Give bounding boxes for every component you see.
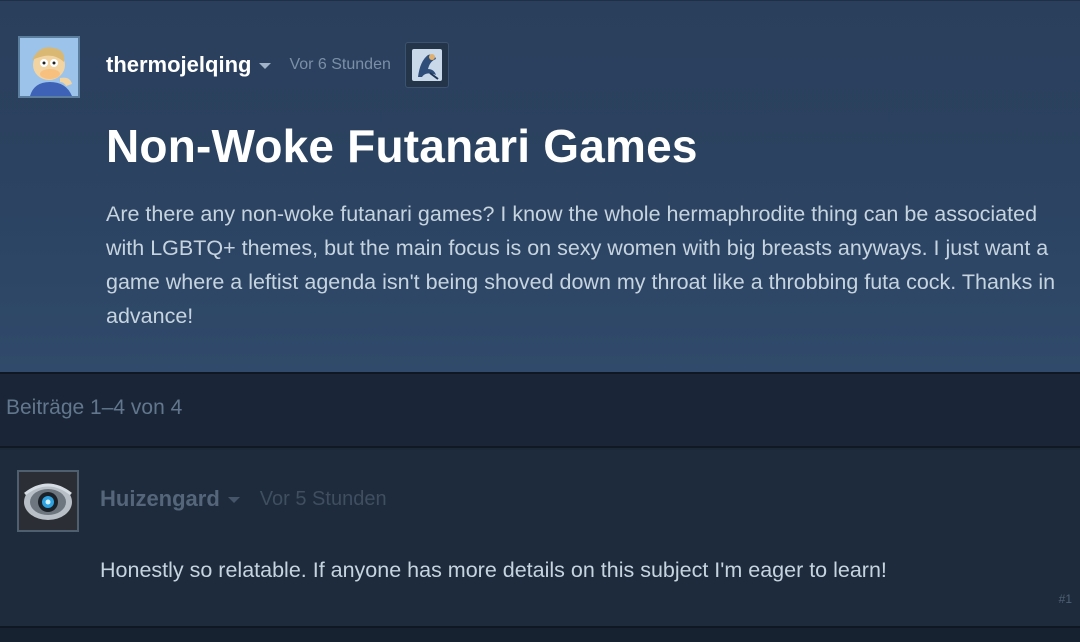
reply-post: Huizengard Vor 5 Stunden Honestly so rel… bbox=[0, 450, 1080, 626]
reply-timestamp: Vor 5 Stunden bbox=[259, 487, 387, 510]
author-name[interactable]: thermojelqing bbox=[106, 52, 251, 78]
post-number[interactable]: #1 bbox=[1059, 592, 1072, 606]
profile-badge-icon[interactable] bbox=[404, 42, 449, 88]
author-avatar[interactable] bbox=[18, 36, 80, 98]
posts-count-label: Beiträge 1–4 von 4 bbox=[6, 396, 183, 419]
author-row: thermojelqing Vor 6 Stunden bbox=[106, 42, 449, 88]
chevron-down-icon[interactable] bbox=[227, 497, 240, 503]
topic-title: Non-Woke Futanari Games bbox=[106, 120, 698, 172]
topic-header: thermojelqing Vor 6 Stunden Non-Woke Fut… bbox=[0, 0, 1080, 372]
reply-avatar[interactable] bbox=[17, 470, 79, 532]
chevron-down-icon[interactable] bbox=[259, 63, 272, 69]
posts-count-bar: Beiträge 1–4 von 4 bbox=[0, 372, 1080, 448]
topic-body: Are there any non-woke futanari games? I… bbox=[106, 202, 1056, 328]
reply-author-row: Huizengard Vor 5 Stunden bbox=[100, 484, 387, 514]
next-post-edge bbox=[0, 626, 1080, 642]
reply-body: Honestly so relatable. If anyone has mor… bbox=[100, 558, 887, 582]
reply-author-name[interactable]: Huizengard bbox=[100, 486, 220, 512]
post-timestamp: Vor 6 Stunden bbox=[289, 56, 391, 73]
